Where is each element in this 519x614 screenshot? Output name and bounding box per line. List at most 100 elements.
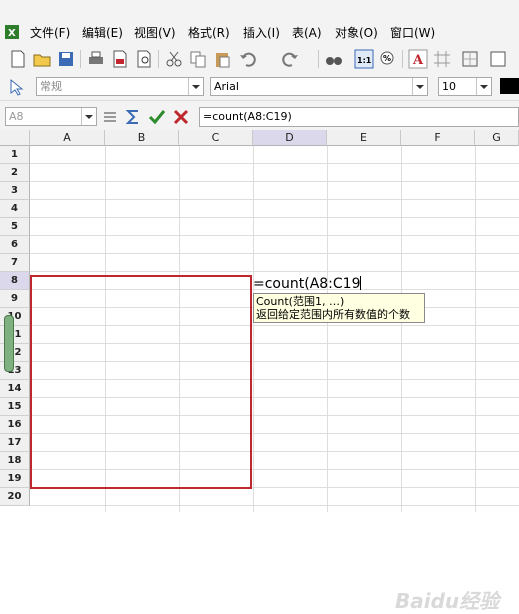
grid-column-line [475,146,476,512]
column-header-f[interactable]: F [401,130,475,146]
open-folder-icon[interactable] [32,49,52,69]
menu-edit[interactable]: 编辑(E) [82,24,123,41]
grid-column-line [253,146,254,512]
new-document-icon[interactable] [8,49,28,69]
formula-input[interactable]: =count(A8:C19) [199,107,519,127]
cell-formula-text: =count(A8:C19 [253,276,361,292]
sum-icon[interactable] [124,108,142,126]
title-bar [0,0,519,20]
svg-text:X: X [8,28,16,39]
color-swatch[interactable] [500,78,519,94]
menu-view[interactable]: 视图(V) [134,24,176,41]
undo-icon[interactable] [238,49,258,69]
app-icon: X [5,25,19,39]
merge-cells-icon[interactable] [488,49,508,69]
row-header[interactable]: 9 [0,290,30,308]
column-header-b[interactable]: B [105,130,179,146]
row-scroll-handle[interactable] [4,315,14,372]
corner-select-all[interactable] [0,130,30,146]
chevron-down-icon[interactable] [412,78,427,95]
menu-object[interactable]: 对象(O) [335,24,378,41]
row-header[interactable]: 7 [0,254,30,272]
standard-toolbar: 1:1 % A [0,44,519,75]
redo-icon[interactable] [280,49,300,69]
grid-row-line [30,253,519,254]
grid-row-line [30,235,519,236]
grid-row-line [30,163,519,164]
font-value: Arial [214,80,239,93]
column-header-e[interactable]: E [327,130,401,146]
style-value: 常规 [40,80,62,93]
svg-text:1:1: 1:1 [357,56,372,65]
print-preview-icon[interactable] [134,49,154,69]
style-dropdown[interactable]: 常规 [36,77,204,96]
select-arrow-icon[interactable] [8,78,26,96]
tooltip-description: 返回给定范围内所有数值的个数 [256,308,410,321]
row-header[interactable]: 18 [0,452,30,470]
active-cell-editor[interactable]: =count(A8:C19 [253,276,362,292]
column-header-g[interactable]: G [475,130,519,146]
accept-check-icon[interactable] [148,108,166,126]
name-box[interactable]: A8 [5,107,97,126]
grid-row-line [30,199,519,200]
menu-window[interactable]: 窗口(W) [390,24,435,41]
column-header-c[interactable]: C [179,130,253,146]
row-header[interactable]: 8 [0,272,30,290]
row-header[interactable]: 20 [0,488,30,506]
formula-bar: A8 =count(A8:C19) [0,100,519,131]
selected-range-a8-c19[interactable] [30,275,252,489]
zoom-percent-icon[interactable]: % [378,49,398,69]
border-icon[interactable] [460,49,480,69]
row-header[interactable]: 3 [0,182,30,200]
grid-column-line [401,146,402,512]
column-header-a[interactable]: A [30,130,105,146]
column-header-d[interactable]: D [253,130,327,146]
function-list-icon[interactable] [102,109,118,125]
function-tooltip: Count(范围1, …) 返回给定范围内所有数值的个数 [253,293,425,323]
row-header[interactable]: 15 [0,398,30,416]
grid-icon[interactable] [432,49,452,69]
cancel-x-icon[interactable] [172,108,190,126]
toolbar-separator [80,50,81,68]
paste-icon[interactable] [212,49,232,69]
cut-icon[interactable] [164,49,184,69]
chevron-down-icon[interactable] [81,108,96,125]
grid-row-line [30,217,519,218]
spreadsheet-grid[interactable]: A B C D E F G 1 2 3 4 5 6 7 8 9 10 11 12… [0,130,519,613]
row-header[interactable]: 1 [0,146,30,164]
font-color-icon[interactable]: A [408,49,428,69]
row-header[interactable]: 16 [0,416,30,434]
save-icon[interactable] [56,49,76,69]
menu-bar: X 文件(F) 编辑(E) 视图(V) 格式(R) 插入(I) 表(A) 对象(… [0,20,519,44]
row-header[interactable]: 4 [0,200,30,218]
print-icon[interactable] [86,49,106,69]
menu-table[interactable]: 表(A) [292,24,322,41]
font-size-dropdown[interactable]: 10 [438,77,492,96]
grid-row-line [30,271,519,272]
cell-reference: A8 [9,110,24,123]
formula-text: =count(A8:C19) [203,110,292,123]
svg-text:%: % [383,54,391,63]
grid-row-line [30,181,519,182]
row-header[interactable]: 6 [0,236,30,254]
row-header[interactable]: 19 [0,470,30,488]
pdf-export-icon[interactable] [110,49,130,69]
toolbar-separator [158,50,159,68]
svg-text:A: A [412,53,424,68]
menu-format[interactable]: 格式(R) [188,24,230,41]
row-header[interactable]: 14 [0,380,30,398]
watermark-logo: Baidu经验 [395,589,500,613]
find-icon[interactable] [324,49,344,69]
row-header[interactable]: 5 [0,218,30,236]
font-dropdown[interactable]: Arial [210,77,428,96]
chevron-down-icon[interactable] [476,78,491,95]
zoom-100-icon[interactable]: 1:1 [354,49,374,69]
row-header[interactable]: 17 [0,434,30,452]
chevron-down-icon[interactable] [188,78,203,95]
grid-row-line [30,505,519,506]
copy-icon[interactable] [188,49,208,69]
row-header[interactable]: 2 [0,164,30,182]
toolbar-separator [318,50,319,68]
menu-insert[interactable]: 插入(I) [243,24,280,41]
menu-file[interactable]: 文件(F) [30,24,70,41]
